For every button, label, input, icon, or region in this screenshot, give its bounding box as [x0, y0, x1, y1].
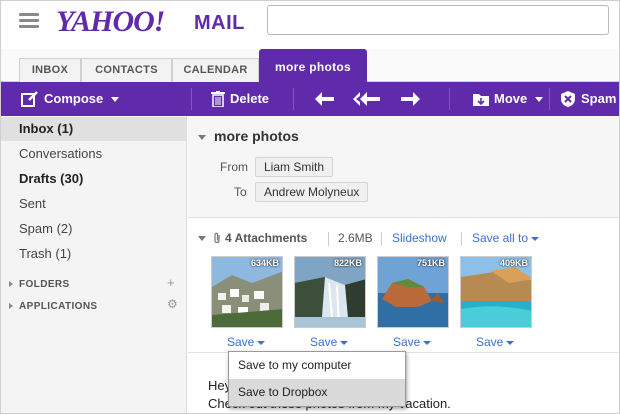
save-label: Save: [227, 335, 255, 349]
attachments-size: 2.6MB: [338, 231, 373, 245]
attachments-toggle[interactable]: 4 Attachments: [198, 231, 307, 245]
sidebar-item-spam[interactable]: Spam (2): [19, 221, 72, 236]
spam-button[interactable]: Spam: [560, 82, 616, 116]
attachment-size: 751KB: [416, 258, 445, 268]
sidebar-item-trash[interactable]: Trash (1): [19, 246, 71, 261]
menu-icon[interactable]: [19, 13, 39, 29]
save-all-button[interactable]: Save all to: [472, 231, 540, 245]
folder-move-icon: [473, 94, 489, 106]
add-folder-icon[interactable]: +: [167, 275, 175, 290]
save-attachment-button[interactable]: Save: [227, 335, 266, 349]
gear-icon[interactable]: ⚙: [167, 297, 178, 311]
chevron-right-icon: [9, 303, 13, 310]
chevron-right-icon: [9, 281, 13, 288]
forward-icon: [401, 92, 420, 106]
delete-button[interactable]: Delete: [211, 82, 269, 116]
attachments-bar: 4 Attachments 2.6MB Slideshow Save all t…: [188, 228, 619, 250]
tab-bar: INBOX CONTACTS CALENDAR more photos: [1, 49, 619, 83]
delete-label: Delete: [230, 91, 270, 106]
menu-item-save-to-computer[interactable]: Save to my computer: [229, 352, 405, 379]
applications-label: APPLICATIONS: [19, 301, 98, 312]
divider: [461, 232, 462, 246]
sidebar-item-drafts[interactable]: Drafts (30): [19, 171, 83, 186]
to-contact[interactable]: Andrew Molyneux: [255, 182, 369, 202]
save-label: Save: [476, 335, 504, 349]
message-subject[interactable]: more photos: [198, 128, 299, 144]
subject-text: more photos: [214, 128, 299, 144]
menu-item-save-to-dropbox[interactable]: Save to Dropbox: [229, 379, 405, 406]
save-label: Save: [393, 335, 421, 349]
compose-button[interactable]: Compose: [21, 82, 120, 116]
attachment-size: 634KB: [250, 258, 279, 268]
chevron-down-icon: [531, 236, 540, 241]
forward-button[interactable]: [399, 82, 421, 116]
save-menu: Save to my computer Save to Dropbox: [228, 351, 406, 407]
chevron-down-icon: [340, 340, 349, 345]
yahoo-logo[interactable]: YAHOO!: [56, 5, 165, 39]
compose-icon: [21, 91, 38, 107]
tab-calendar[interactable]: CALENDAR: [172, 58, 259, 82]
mail-logo-text: MAIL: [194, 12, 245, 34]
attachment-size: 409KB: [499, 258, 528, 268]
folders-label: FOLDERS: [19, 279, 70, 290]
sidebar-item-conversations[interactable]: Conversations: [19, 146, 102, 161]
toolbar-divider: [549, 88, 550, 110]
attachment-size: 822KB: [333, 258, 362, 268]
divider: [381, 232, 382, 246]
spam-label: Spam: [581, 91, 617, 106]
save-attachment-button[interactable]: Save: [476, 335, 515, 349]
search-input[interactable]: [267, 5, 609, 35]
from-label: From: [220, 160, 248, 174]
attachment-thumbnail[interactable]: 634KB: [211, 256, 283, 328]
sidebar: Inbox (1) Conversations Drafts (30) Sent…: [1, 116, 187, 413]
sidebar-section-folders[interactable]: FOLDERS: [9, 279, 70, 290]
move-label: Move: [494, 91, 528, 106]
tab-inbox[interactable]: INBOX: [19, 58, 81, 82]
save-attachment-button[interactable]: Save: [310, 335, 349, 349]
header: YAHOO! MAIL: [1, 1, 619, 49]
sidebar-item-inbox[interactable]: Inbox (1): [19, 121, 73, 136]
chevron-down-icon: [506, 340, 515, 345]
tab-contacts[interactable]: CONTACTS: [81, 58, 172, 82]
spam-shield-icon: [561, 91, 575, 107]
tab-more-photos[interactable]: more photos: [259, 49, 367, 83]
trash-icon: [211, 91, 225, 107]
collapse-icon: [198, 134, 206, 140]
slideshow-link[interactable]: Slideshow: [392, 231, 447, 245]
chevron-down-icon: [535, 96, 544, 102]
move-button[interactable]: Move: [473, 82, 544, 116]
chevron-down-icon: [111, 96, 120, 102]
toolbar: Compose Delete Move Spam: [1, 82, 619, 116]
collapse-icon: [198, 236, 206, 242]
reply-button[interactable]: [314, 82, 336, 116]
save-label: Save: [310, 335, 338, 349]
to-label: To: [234, 185, 247, 199]
attachment-thumbnail[interactable]: 822KB: [294, 256, 366, 328]
message-header: more photos From Liam Smith To Andrew Mo…: [188, 116, 619, 218]
chevron-down-icon: [257, 340, 266, 345]
compose-label: Compose: [44, 91, 104, 106]
toolbar-divider: [449, 88, 450, 110]
sidebar-section-applications[interactable]: APPLICATIONS: [9, 301, 98, 312]
attachment-thumbnail[interactable]: 751KB: [377, 256, 449, 328]
reply-all-button[interactable]: [353, 82, 381, 116]
save-attachment-button[interactable]: Save: [393, 335, 432, 349]
from-contact[interactable]: Liam Smith: [255, 157, 334, 177]
mail-window: YAHOO! MAIL INBOX CONTACTS CALENDAR more…: [0, 0, 620, 414]
chevron-down-icon: [423, 340, 432, 345]
sidebar-item-sent[interactable]: Sent: [19, 196, 46, 211]
reply-icon: [315, 92, 334, 106]
divider: [328, 232, 329, 246]
attachments-count: 4 Attachments: [225, 231, 308, 245]
reply-all-icon: [353, 92, 380, 106]
paperclip-icon: [214, 233, 220, 244]
save-all-label: Save all to: [472, 231, 529, 245]
toolbar-divider: [293, 88, 294, 110]
toolbar-divider: [191, 88, 192, 110]
attachment-thumbnail[interactable]: 409KB: [460, 256, 532, 328]
